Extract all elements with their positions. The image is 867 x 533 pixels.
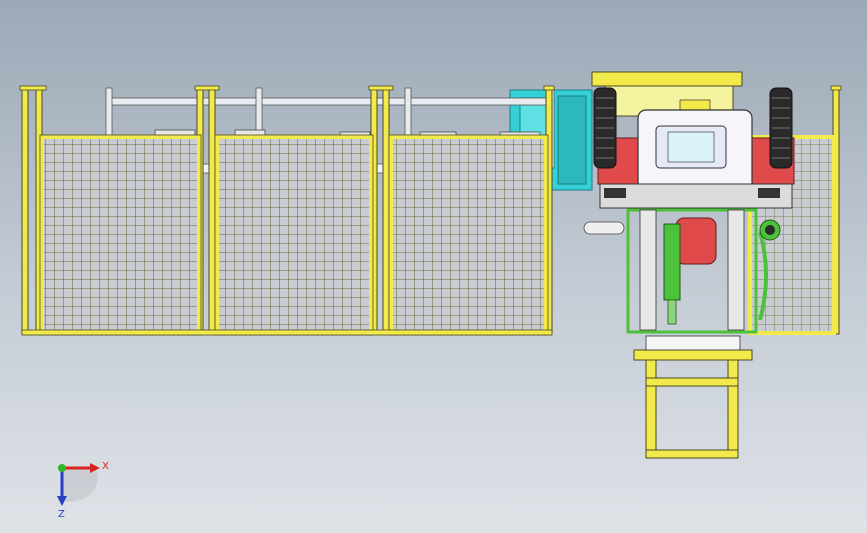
y-axis-dot	[58, 464, 66, 472]
fence-panel-3	[388, 134, 549, 336]
axis-triad[interactable]: X Z	[57, 461, 109, 520]
model-view[interactable]: X Z	[0, 0, 867, 533]
fence-panel-2	[214, 134, 374, 336]
cad-viewport[interactable]: X Z	[0, 0, 867, 533]
fence-panel-1	[39, 134, 202, 336]
z-axis-label: Z	[58, 509, 65, 520]
x-axis-label: X	[102, 461, 109, 472]
